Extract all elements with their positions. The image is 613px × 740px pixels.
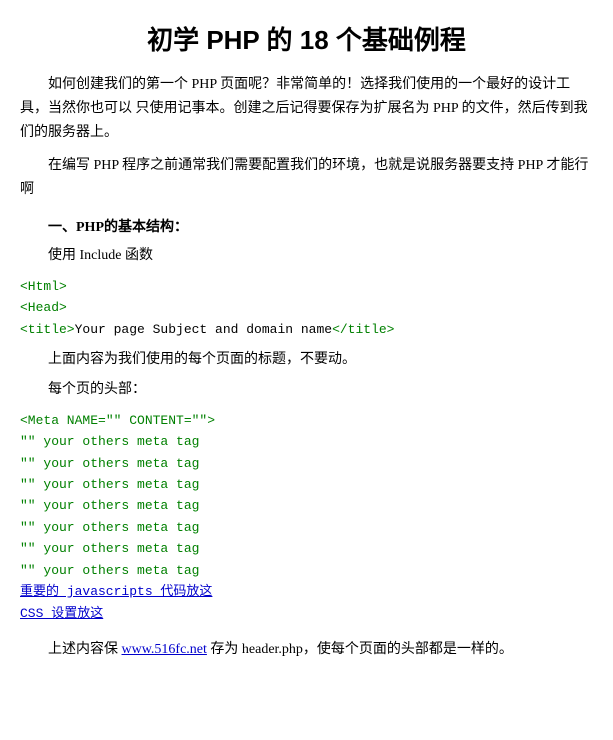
code-block-meta: <Meta NAME="" CONTENT=""> "" your others…	[20, 410, 593, 624]
code-meta-tag: <Meta NAME="" CONTENT="">	[20, 410, 593, 431]
code-title-open: <title>	[20, 322, 75, 337]
meta-line-7: "" your others meta tag	[20, 560, 593, 581]
page-title: 初学 PHP 的 18 个基础例程	[20, 20, 593, 57]
code-html-tag: <Html>	[20, 276, 593, 297]
footer-text-start: 上述内容保	[48, 642, 122, 657]
meta-line-1: "" your others meta tag	[20, 431, 593, 452]
meta-line-5: "" your others meta tag	[20, 517, 593, 538]
desc-header-label: 每个页的头部：	[20, 378, 593, 402]
code-title-line: <title>Your page Subject and domain name…	[20, 319, 593, 340]
css-link[interactable]: CSS 设置放这	[20, 603, 593, 624]
meta-line-2: "" your others meta tag	[20, 453, 593, 474]
meta-line-4: "" your others meta tag	[20, 495, 593, 516]
intro-paragraph-2: 在编写 PHP 程序之前通常我们需要配置我们的环境，也就是说服务器要支持 PHP…	[20, 154, 593, 202]
code-block-html: <Html> <Head> <title>Your page Subject a…	[20, 276, 593, 340]
code-title-content: Your page Subject and domain name	[75, 322, 332, 337]
footer-domain-link[interactable]: www.516fc.net	[122, 642, 207, 657]
footer-paragraph: 上述内容保 www.516fc.net 存为 header.php，使每个页面的…	[20, 638, 593, 662]
code-head-tag: <Head>	[20, 297, 593, 318]
desc-title-label: 上面内容为我们使用的每个页面的标题，不要动。	[20, 348, 593, 372]
meta-line-6: "" your others meta tag	[20, 538, 593, 559]
code-title-close: </title>	[332, 322, 394, 337]
section-1-title: 一、PHP的基本结构：	[48, 216, 593, 236]
section-1-subtitle: 使用 Include 函数	[20, 244, 593, 268]
footer-text-end: 存为 header.php，使每个页面的头部都是一样的。	[207, 642, 513, 657]
javascript-link[interactable]: 重要的 javascripts 代码放这	[20, 581, 593, 602]
meta-line-3: "" your others meta tag	[20, 474, 593, 495]
intro-paragraph-1: 如何创建我们的第一个 PHP 页面呢？非常简单的！选择我们使用的一个最好的设计工…	[20, 73, 593, 144]
